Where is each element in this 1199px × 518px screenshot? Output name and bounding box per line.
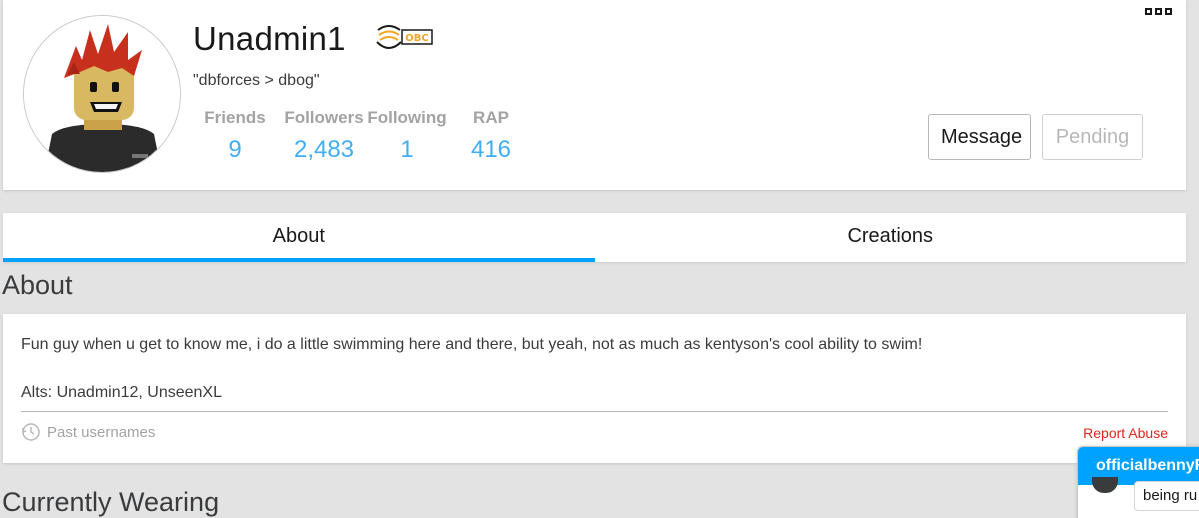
stat-value: 1 bbox=[400, 136, 414, 163]
obc-badge-icon[interactable]: OBC bbox=[375, 20, 435, 54]
stat-value: 2,483 bbox=[293, 136, 355, 163]
past-usernames-label: Past usernames bbox=[47, 423, 156, 441]
report-abuse-link[interactable]: Report Abuse bbox=[1083, 425, 1168, 441]
profile-tabs: About Creations bbox=[3, 213, 1186, 262]
stat-followers[interactable]: Followers 2,483 bbox=[281, 108, 367, 164]
profile-header: Unadmin1 OBC "dbforces > dbog" Friends 9… bbox=[3, 0, 1186, 190]
chat-avatar bbox=[1092, 477, 1118, 493]
stat-friends[interactable]: Friends 9 bbox=[201, 108, 269, 164]
tab-creations[interactable]: Creations bbox=[595, 213, 1187, 262]
more-options-icon[interactable] bbox=[1145, 8, 1177, 20]
stat-label: Following bbox=[367, 108, 447, 127]
stat-label: RAP bbox=[473, 108, 509, 127]
obc-badge-label: OBC bbox=[405, 33, 428, 44]
message-button[interactable]: Message bbox=[928, 114, 1031, 160]
divider bbox=[21, 411, 1168, 412]
stat-value: 9 bbox=[228, 136, 242, 163]
about-card: Fun guy when u get to know me, i do a li… bbox=[3, 314, 1186, 463]
past-usernames-button[interactable]: Past usernames bbox=[21, 422, 155, 442]
stat-value: 416 bbox=[470, 136, 512, 163]
chat-message-preview: being ru bbox=[1134, 481, 1199, 511]
pending-button[interactable]: Pending bbox=[1042, 114, 1143, 160]
stat-label: Friends bbox=[204, 108, 266, 127]
stat-rap: RAP 416 bbox=[463, 108, 519, 164]
about-section-title: About bbox=[2, 270, 73, 300]
stat-following[interactable]: Following 1 bbox=[367, 108, 447, 164]
tab-about[interactable]: About bbox=[3, 213, 595, 262]
alts-text: Alts: Unadmin12, UnseenXL bbox=[21, 384, 222, 401]
username: Unadmin1 bbox=[193, 20, 346, 57]
currently-wearing-title: Currently Wearing bbox=[2, 487, 220, 517]
about-description: Fun guy when u get to know me, i do a li… bbox=[21, 336, 923, 353]
clock-icon bbox=[22, 423, 40, 441]
chat-popup[interactable]: officialbennyR being ru bbox=[1077, 446, 1199, 518]
stat-label: Followers bbox=[284, 108, 364, 127]
avatar[interactable] bbox=[23, 15, 181, 173]
status-text: "dbforces > dbog" bbox=[193, 72, 320, 89]
